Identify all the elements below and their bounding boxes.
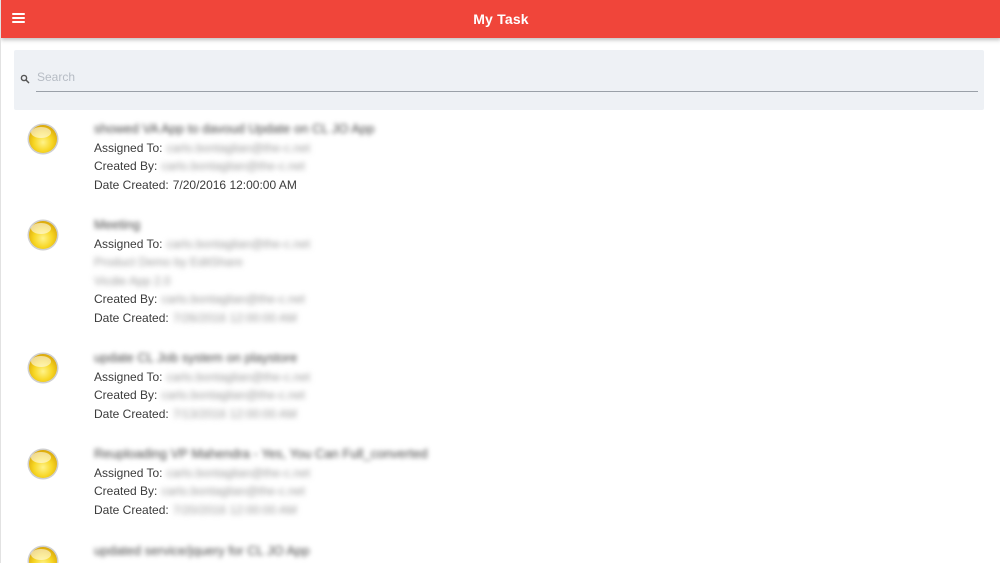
date-created-row: Date Created: 7/26/2016 12:00:00 AM — [94, 309, 954, 328]
yellow-status-circle-icon — [27, 123, 59, 155]
created-by-value: carlo.bontaglian@the-c.net — [161, 484, 305, 498]
date-created-row: Date Created: 7/20/2016 12:00:00 AM — [94, 176, 954, 195]
created-by-value: carlo.bontaglian@the-c.net — [161, 388, 305, 402]
date-created-row: Date Created: 7/20/2016 12:00:00 AM — [94, 501, 954, 520]
hamburger-menu-icon[interactable] — [12, 11, 30, 27]
date-created-label: Date Created: — [94, 406, 169, 421]
created-by-row: Created By: carlo.bontaglian@the-c.net — [94, 157, 954, 176]
created-by-label: Created By: — [94, 484, 158, 498]
date-created-row: Date Created: 7/13/2016 12:00:00 AM — [94, 405, 954, 424]
search-input[interactable] — [36, 62, 978, 92]
created-by-row: Created By: carlo.bontaglian@the-c.net — [94, 290, 954, 309]
created-by-value: carlo.bontaglian@the-c.net — [161, 159, 305, 173]
assigned-to-label: Assigned To: — [94, 236, 163, 251]
search-icon — [20, 74, 30, 84]
search-bar — [14, 50, 984, 110]
created-by-label: Created By: — [94, 159, 158, 173]
app-window: My Task sho — [0, 0, 1000, 563]
task-title: Reuploading VP Mahendra - Yes, You Can F… — [94, 446, 428, 461]
date-created-label: Date Created: — [94, 310, 169, 325]
yellow-status-circle-icon — [27, 448, 59, 480]
task-title: update CL Job system on playstore — [94, 350, 298, 365]
date-created-label: Date Created: — [94, 502, 169, 517]
assigned-to-row: Assigned To: carlo.bontaglian@the-c.net — [94, 139, 954, 158]
date-created-value: 7/26/2016 12:00:00 AM — [172, 310, 297, 325]
date-created-value: 7/20/2016 12:00:00 AM — [172, 177, 297, 192]
created-by-label: Created By: — [94, 292, 158, 306]
yellow-status-circle-icon — [27, 545, 59, 563]
task-title: showed VA App to davoud Update on CL JO … — [94, 121, 375, 136]
task-title: Meeting — [94, 217, 141, 232]
created-by-row: Created By: carlo.bontaglian@the-c.net — [94, 386, 954, 405]
assigned-to-label: Assigned To: — [94, 369, 163, 384]
top-app-bar: My Task — [1, 0, 1000, 38]
task-extra-line: Vicdie App 2.0 — [94, 273, 171, 288]
assigned-to-value: carlo.bontaglian@the-c.net — [166, 369, 311, 384]
yellow-status-circle-icon — [27, 219, 59, 251]
assigned-to-label: Assigned To: — [94, 140, 163, 155]
page-title: My Task — [473, 11, 529, 27]
created-by-row: Created By: carlo.bontaglian@the-c.net — [94, 482, 954, 501]
assigned-to-value: carlo.bontaglian@the-c.net — [166, 236, 311, 251]
assigned-to-value: carlo.bontaglian@the-c.net — [166, 140, 311, 155]
assigned-to-value: carlo.bontaglian@the-c.net — [166, 465, 311, 480]
date-created-value: 7/20/2016 12:00:00 AM — [172, 502, 297, 517]
assigned-to-label: Assigned To: — [94, 465, 163, 480]
created-by-value: carlo.bontaglian@the-c.net — [161, 292, 305, 306]
yellow-status-circle-icon — [27, 352, 59, 384]
date-created-value: 7/13/2016 12:00:00 AM — [172, 406, 297, 421]
assigned-to-row: Assigned To: carlo.bontaglian@the-c.net — [94, 235, 954, 254]
task-title: updated service/jquery for CL JO App — [94, 543, 310, 558]
task-extra-line: Product Demo by EditShare — [94, 255, 243, 269]
assigned-to-row: Assigned To: carlo.bontaglian@the-c.net — [94, 368, 954, 387]
created-by-label: Created By: — [94, 388, 158, 402]
date-created-label: Date Created: — [94, 177, 169, 192]
assigned-to-row: Assigned To: carlo.bontaglian@the-c.net — [94, 464, 954, 483]
